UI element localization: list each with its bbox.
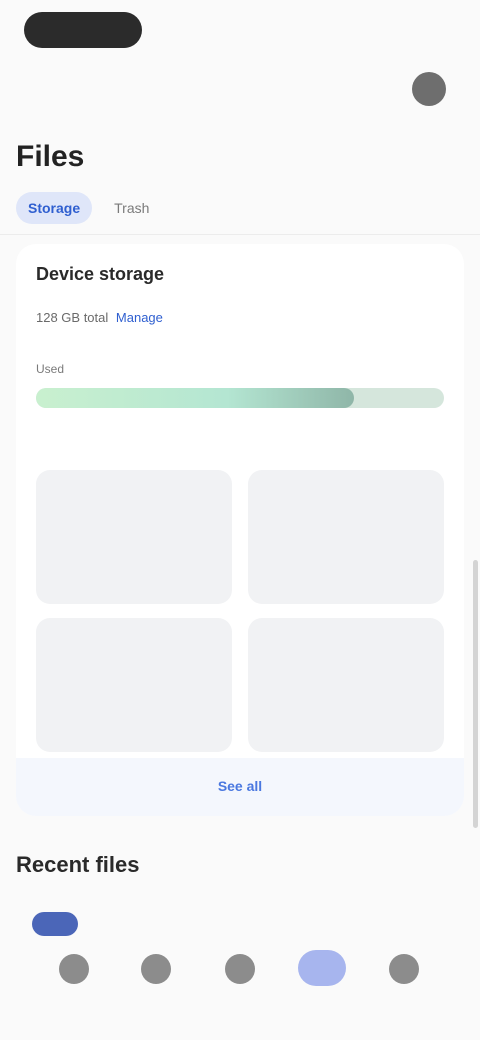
used-label: Used bbox=[36, 362, 65, 376]
folder-icon bbox=[141, 954, 171, 984]
plan-text: 128 GB total bbox=[36, 310, 109, 325]
category-tile[interactable] bbox=[36, 618, 232, 752]
scrollbar[interactable] bbox=[473, 560, 478, 828]
nav-item-home[interactable] bbox=[42, 950, 106, 1014]
page-title: Files bbox=[16, 140, 85, 173]
tab-storage[interactable]: Storage bbox=[16, 192, 93, 224]
storage-card: Device storage 128 GB total Manage Used … bbox=[16, 244, 464, 816]
share-icon bbox=[225, 954, 255, 984]
manage-storage-link[interactable]: Manage bbox=[116, 310, 163, 325]
card-footer: See all bbox=[16, 758, 464, 816]
category-tile[interactable] bbox=[248, 618, 444, 752]
tab-bar: Storage Trash bbox=[16, 192, 161, 228]
home-icon bbox=[59, 954, 89, 984]
settings-icon bbox=[389, 954, 419, 984]
tab-trash[interactable]: Trash bbox=[102, 192, 161, 224]
see-all-link[interactable]: See all bbox=[16, 778, 464, 794]
camera-cutout bbox=[24, 12, 142, 48]
nav-item-settings[interactable] bbox=[372, 950, 436, 1014]
plan-line: 128 GB total Manage bbox=[36, 310, 163, 325]
storage-progress-fill bbox=[36, 388, 355, 408]
storage-card-title: Device storage bbox=[36, 264, 172, 285]
storage-icon bbox=[298, 950, 346, 986]
account-avatar-button[interactable] bbox=[412, 72, 446, 106]
status-bar bbox=[0, 0, 480, 60]
storage-card-title-text: Device storage bbox=[36, 264, 165, 284]
nav-item-folders[interactable] bbox=[124, 950, 188, 1014]
nav-item-storage[interactable] bbox=[290, 950, 354, 1014]
nav-item-shared[interactable] bbox=[208, 950, 272, 1014]
section-title: Recent files bbox=[16, 852, 140, 877]
category-tile[interactable] bbox=[36, 470, 232, 604]
category-tile[interactable] bbox=[248, 470, 444, 604]
bottom-navigation bbox=[0, 900, 480, 1040]
tab-divider bbox=[0, 234, 480, 235]
storage-progress-bar bbox=[36, 388, 444, 408]
fab-badge[interactable] bbox=[32, 912, 78, 936]
